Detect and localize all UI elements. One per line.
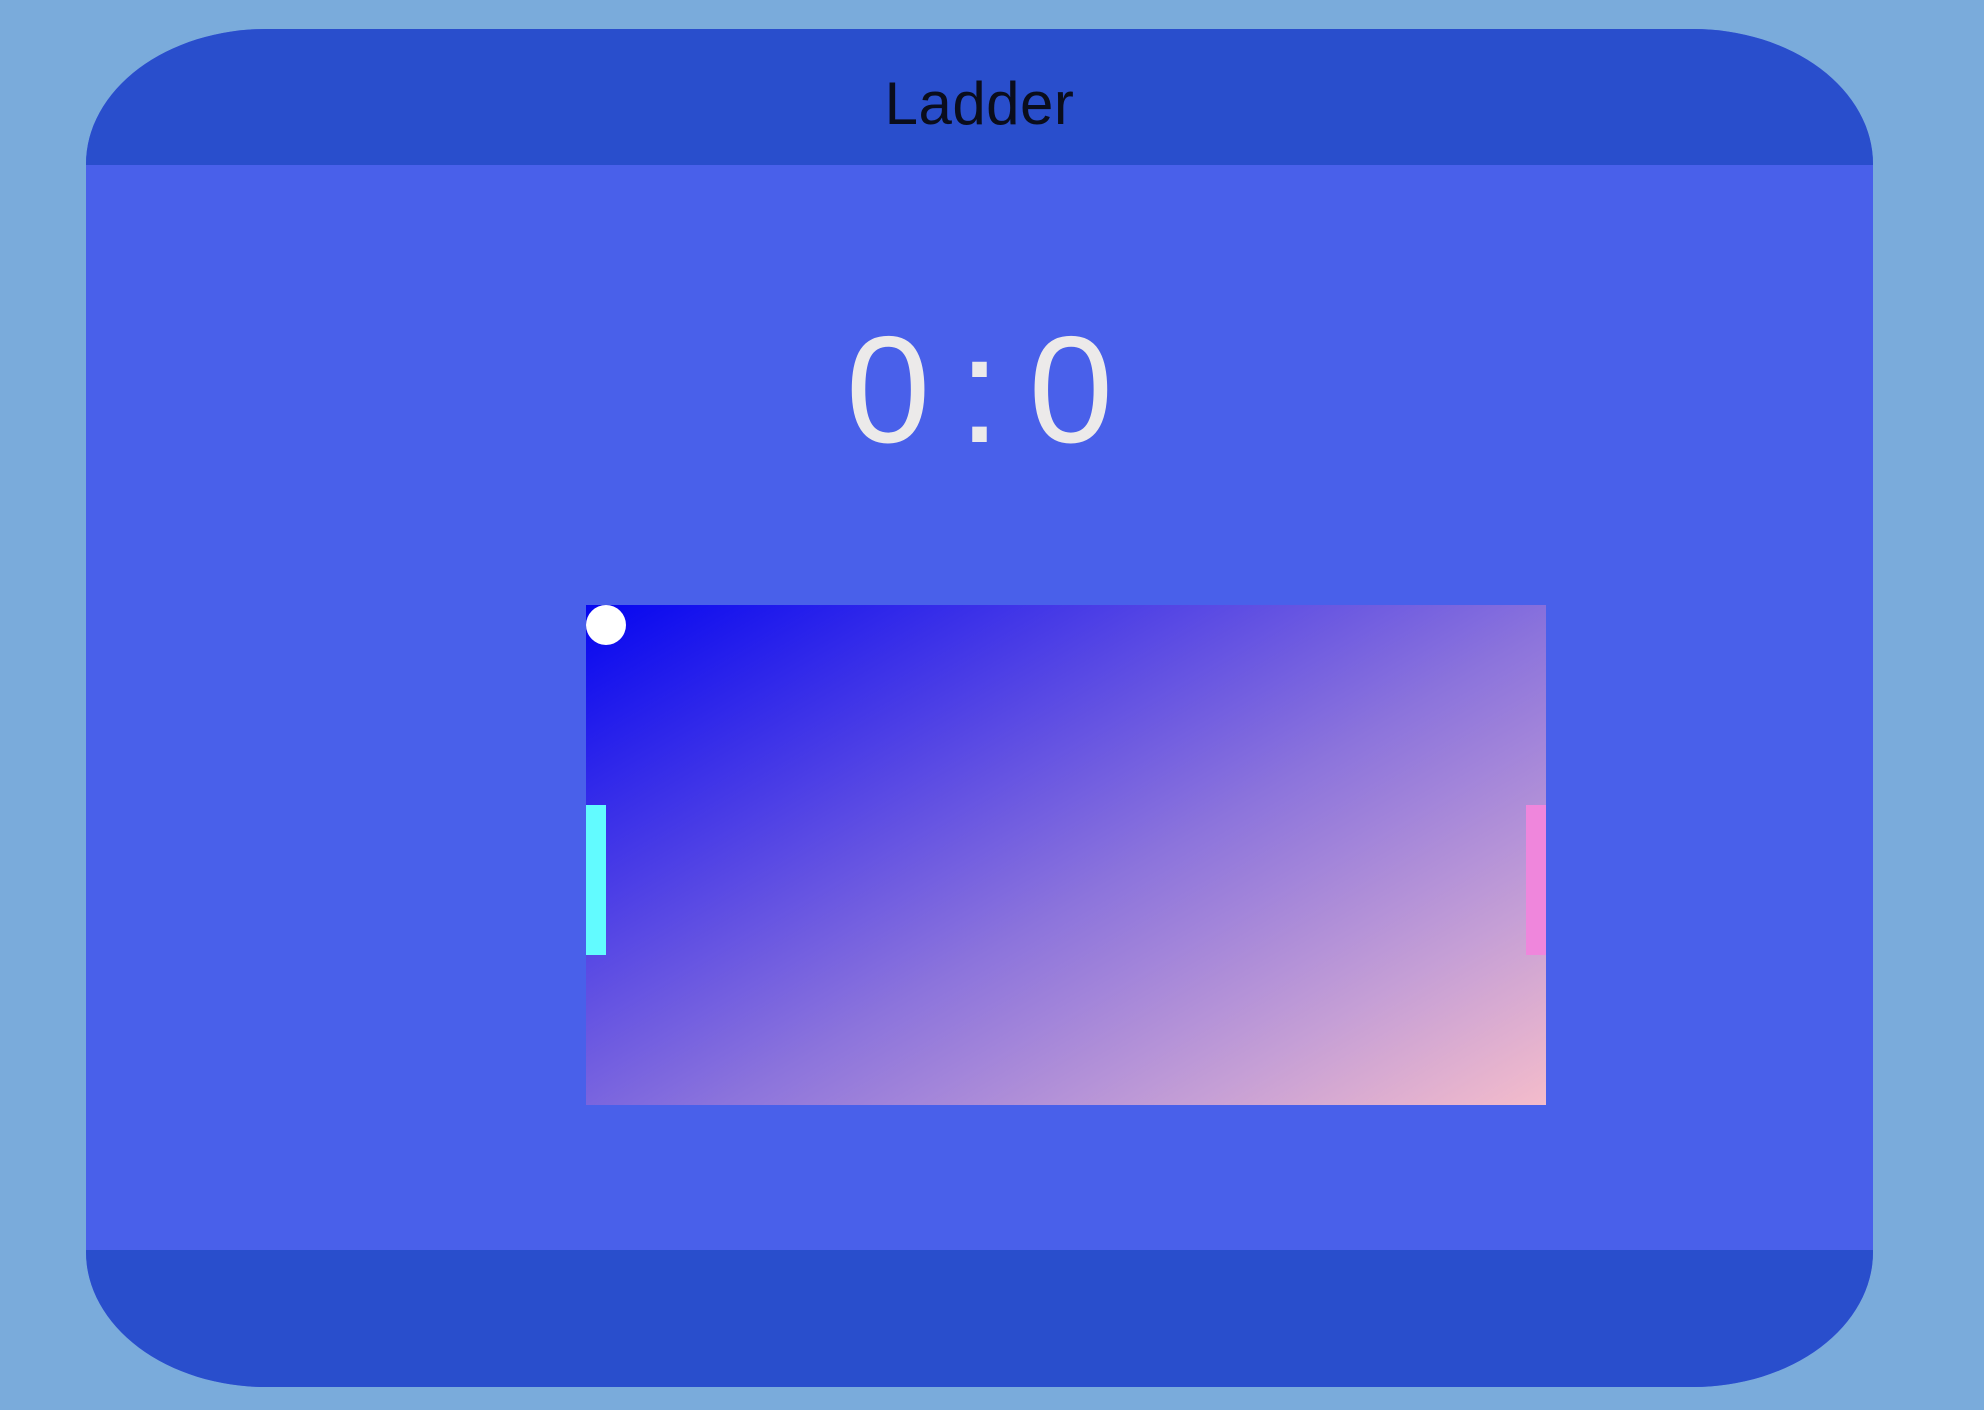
left-score: 0 — [845, 305, 931, 475]
score-separator: : — [958, 305, 1001, 475]
bottom-bar — [86, 1250, 1873, 1387]
game-field[interactable] — [586, 605, 1546, 1105]
ball — [586, 605, 626, 645]
game-title: Ladder — [884, 69, 1075, 137]
right-paddle[interactable] — [1526, 805, 1546, 955]
right-score: 0 — [1028, 305, 1114, 475]
game-window: Ladder 0:0 — [86, 29, 1873, 1387]
title-bar: Ladder — [86, 29, 1873, 165]
scoreboard: 0:0 — [86, 314, 1873, 466]
left-paddle[interactable] — [586, 805, 606, 955]
